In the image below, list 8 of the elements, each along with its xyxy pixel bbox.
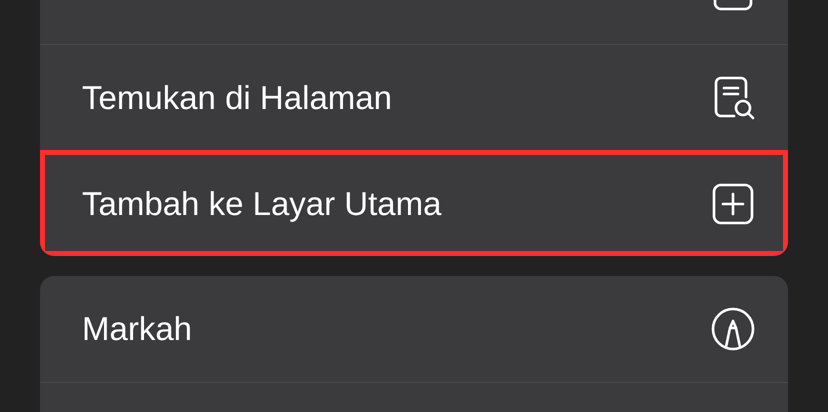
pen-circle-icon [710, 306, 756, 352]
menu-item[interactable]: Tambah ke Layar Utama [40, 150, 788, 256]
menu-item[interactable]: Temukan di Halaman [40, 44, 788, 150]
menu-item-label: Temukan di Halaman [82, 78, 392, 116]
menu-item[interactable]: Markah [40, 276, 788, 382]
menu-item-label: Markah [82, 310, 192, 348]
add-square-icon [710, 180, 756, 226]
menu-item-label: Tambah ke Layar Utama [82, 184, 442, 222]
